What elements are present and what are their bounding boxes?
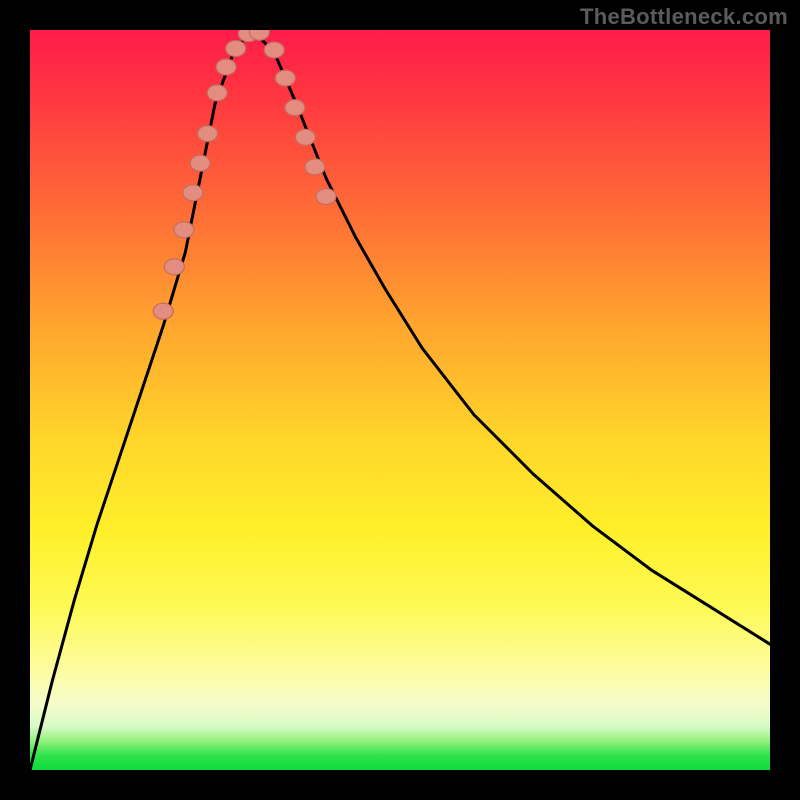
marker-bead — [285, 100, 305, 116]
marker-bead — [153, 303, 173, 319]
marker-bead — [164, 259, 184, 275]
marker-bead — [190, 155, 210, 171]
marker-bead — [295, 129, 315, 145]
marker-bead — [216, 59, 236, 75]
marker-bead — [226, 41, 246, 57]
plot-area — [30, 30, 770, 770]
marker-bead — [183, 185, 203, 201]
bottleneck-curve — [30, 30, 770, 770]
chart-svg — [30, 30, 770, 770]
marker-bead — [305, 159, 325, 175]
marker-bead — [198, 126, 218, 142]
marker-bead — [207, 85, 227, 101]
marker-group — [153, 30, 336, 319]
marker-bead — [316, 189, 336, 205]
chart-frame: TheBottleneck.com — [0, 0, 800, 800]
marker-bead — [264, 42, 284, 58]
watermark-text: TheBottleneck.com — [580, 4, 788, 30]
marker-bead — [174, 222, 194, 238]
marker-bead — [275, 70, 295, 86]
